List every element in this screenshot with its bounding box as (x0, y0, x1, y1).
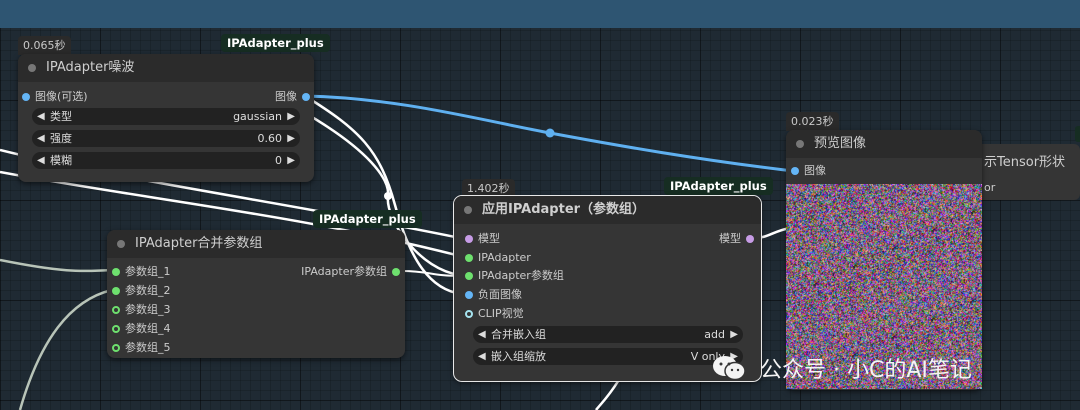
apply-input-model[interactable]: 模型 (465, 231, 500, 247)
wire-gray-2 (18, 288, 113, 410)
model-port-icon[interactable] (465, 235, 473, 243)
arrow-left-icon[interactable]: ◀ (478, 326, 486, 343)
apply-combine-embeds-widget[interactable]: ◀ 合并嵌入组 add ▶ (473, 326, 743, 343)
preview-node-time: 0.023秒 (786, 112, 839, 131)
combine-input-1[interactable]: 参数组_1 (112, 264, 171, 280)
wire-gray-1 (0, 258, 113, 273)
apply-embeds-scaling-widget[interactable]: ◀ 嵌入组缩放 V only ▶ (473, 348, 743, 365)
ipadapter-port-icon[interactable] (465, 272, 473, 280)
apply-node-titlebar[interactable]: 应用IPAdapter（参数组） (454, 196, 761, 224)
combine-input-4[interactable]: 参数组_4 (112, 321, 171, 337)
apply-input-clip-vision[interactable]: CLIP视觉 (465, 306, 524, 322)
ipadapter-port-empty-icon[interactable] (112, 306, 120, 314)
image-port-icon[interactable] (22, 93, 30, 101)
arrow-right-icon[interactable]: ▶ (287, 130, 295, 147)
apply-node-title: 应用IPAdapter（参数组） (482, 202, 646, 217)
combine-input-3[interactable]: 参数组_3 (112, 302, 171, 318)
collapse-dot-icon[interactable] (464, 206, 472, 214)
combine-output[interactable]: IPAdapter参数组 (301, 264, 400, 280)
arrow-left-icon[interactable]: ◀ (37, 108, 45, 125)
image-port-icon[interactable] (302, 93, 310, 101)
arrow-left-icon[interactable]: ◀ (37, 130, 45, 147)
preview-node-titlebar[interactable]: 预览图像 (786, 130, 982, 158)
preview-image-node[interactable]: 预览图像 图像 (786, 130, 982, 390)
ipadapter-combine-node[interactable]: IPAdapter合并参数组 参数组_1 参数组_2 参数组_3 参数组_4 参… (107, 230, 405, 358)
ipadapter-port-icon[interactable] (112, 287, 120, 295)
ipadapter-port-icon[interactable] (392, 268, 400, 276)
combine-input-5[interactable]: 参数组_5 (112, 340, 171, 356)
arrow-left-icon[interactable]: ◀ (37, 152, 45, 169)
noise-node-title: IPAdapter噪波 (46, 60, 135, 75)
apply-node-badge: IPAdapter_plus (664, 177, 773, 195)
wechat-icon (713, 356, 746, 381)
hidden-node-text: or (984, 181, 996, 194)
noise-strength-widget[interactable]: ◀ 强度 0.60 ▶ (32, 130, 300, 147)
noise-type-widget[interactable]: ◀ 类型 gaussian ▶ (32, 108, 300, 125)
collapse-dot-icon[interactable] (796, 140, 804, 148)
arrow-right-icon[interactable]: ▶ (730, 326, 738, 343)
arrow-right-icon[interactable]: ▶ (287, 152, 295, 169)
combine-node-title: IPAdapter合并参数组 (135, 236, 263, 251)
collapse-dot-icon[interactable] (117, 240, 125, 248)
apply-output-model[interactable]: 模型 (719, 231, 754, 247)
preview-input-image[interactable]: 图像 (791, 163, 826, 179)
ipadapter-port-empty-icon[interactable] (112, 325, 120, 333)
model-port-icon[interactable] (746, 235, 754, 243)
image-port-icon[interactable] (791, 167, 799, 175)
noise-input-image[interactable]: 图像(可选) (22, 89, 88, 105)
apply-input-negative-image[interactable]: 负面图像 (465, 287, 522, 303)
arrow-left-icon[interactable]: ◀ (478, 348, 486, 365)
noise-node-badge: IPAdapter_plus (221, 34, 330, 52)
hidden-node-badge (1075, 126, 1080, 142)
combine-input-2[interactable]: 参数组_2 (112, 283, 171, 299)
wire-reroute-dot (384, 192, 392, 200)
ipadapter-noise-node[interactable]: IPAdapter噪波 图像(可选) 图像 ◀ 类型 gaussian ▶ ◀ … (18, 54, 314, 182)
ipadapter-port-icon[interactable] (112, 268, 120, 276)
wire-bottom (595, 377, 622, 410)
combine-node-titlebar[interactable]: IPAdapter合并参数组 (107, 230, 405, 258)
noise-node-time: 0.065秒 (18, 36, 71, 55)
apply-input-ipadapter[interactable]: IPAdapter (465, 250, 531, 266)
top-toolbar (0, 0, 1080, 28)
wire-image-blue (304, 94, 794, 173)
apply-input-ipadapter-params[interactable]: IPAdapter参数组 (465, 268, 564, 284)
wire-image-mid-dot (545, 128, 555, 138)
noise-blur-widget[interactable]: ◀ 模糊 0 ▶ (32, 152, 300, 169)
hidden-node-title: 示Tensor形状 (984, 155, 1066, 170)
collapse-dot-icon[interactable] (28, 64, 36, 72)
preview-node-title: 预览图像 (814, 136, 867, 151)
arrow-right-icon[interactable]: ▶ (287, 108, 295, 125)
watermark-text: 公众号 · 小C的AI笔记 (760, 358, 972, 383)
noise-output-image[interactable]: 图像 (275, 89, 310, 105)
ipadapter-port-empty-icon[interactable] (112, 344, 120, 352)
combine-node-badge: IPAdapter_plus (313, 210, 422, 228)
image-port-icon[interactable] (465, 291, 473, 299)
ipadapter-port-icon[interactable] (465, 254, 473, 262)
noise-node-titlebar[interactable]: IPAdapter噪波 (18, 54, 314, 82)
clip-port-icon[interactable] (465, 310, 473, 318)
